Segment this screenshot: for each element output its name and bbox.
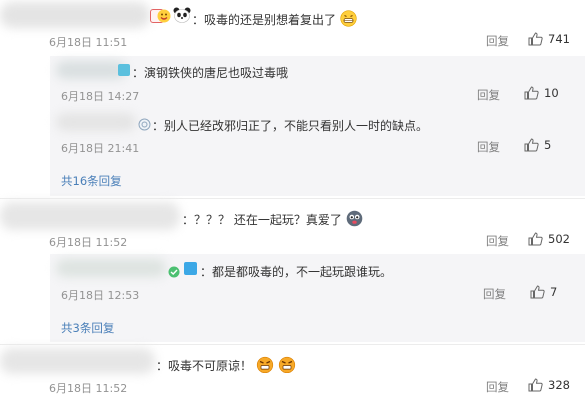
blurred-username (0, 2, 150, 28)
badge-icon (184, 262, 197, 275)
thumbs-up-icon (528, 378, 543, 392)
thumbs-up-icon (530, 285, 545, 299)
reply-button[interactable]: 回复 (483, 286, 506, 302)
reply-text: ：别人已经改邪归正了，不能只看别人一时的缺点。 (152, 119, 429, 133)
blurred-username (56, 61, 126, 79)
like-count: 10 (544, 86, 559, 100)
like-button[interactable]: 10 (524, 86, 559, 100)
face-emoji-icon (157, 8, 171, 27)
grin-emoji-icon (340, 10, 357, 30)
comment-text: ：吸毒不可原谅！ (156, 356, 296, 376)
reply-button[interactable]: 回复 (486, 233, 509, 249)
reply-time: 6月18日 14:27 (61, 90, 140, 103)
comment-body: ：吸毒的还是别想着复出了 (192, 13, 337, 27)
thumbs-up-icon (528, 232, 543, 246)
badge-icon (118, 64, 130, 76)
comment-text: ：吸毒的还是别想着复出了 (192, 10, 357, 30)
comment-text: ：？？？ 还在一起玩？真爱了 (182, 210, 363, 230)
reply-time: 6月18日 21:41 (61, 142, 140, 155)
angry-emoji-icon (256, 356, 274, 376)
reply-button[interactable]: 回复 (486, 379, 509, 395)
angry-emoji-icon (278, 356, 296, 376)
divider (0, 198, 585, 199)
blurred-username (0, 202, 180, 230)
like-button[interactable]: 502 (528, 232, 570, 246)
like-count: 502 (548, 232, 570, 246)
comment-body: ：吸毒不可原谅！ (156, 359, 253, 373)
vip-badge-icon (168, 263, 180, 282)
comment-body: ：？？？ 还在一起玩？真爱了 (182, 213, 342, 227)
thumbs-up-icon (528, 32, 543, 46)
reply-text: ：演钢铁侠的唐尼也吸过毒哦 (132, 66, 289, 80)
reply-list: ：演钢铁侠的唐尼也吸过毒哦 6月18日 14:27 回复 10 ：别人已经改邪归… (50, 56, 585, 196)
like-count: 7 (550, 285, 558, 299)
blurred-username (56, 113, 136, 131)
reply-button[interactable]: 回复 (477, 87, 500, 103)
reply-time: 6月18日 12:53 (61, 289, 140, 302)
comment-time: 6月18日 11:52 (49, 382, 128, 395)
comment-time: 6月18日 11:52 (49, 236, 128, 249)
like-count: 5 (544, 138, 552, 152)
badge-icon (138, 116, 151, 135)
reply-button[interactable]: 回复 (486, 33, 509, 49)
like-button[interactable]: 5 (524, 138, 551, 152)
reply-text: ：都是都吸毒的，不一起玩跟谁玩。 (200, 265, 393, 279)
crying-emoji-icon (346, 210, 363, 230)
like-button[interactable]: 328 (528, 378, 570, 392)
like-button[interactable]: 7 (530, 285, 557, 299)
thumbs-up-icon (524, 86, 539, 100)
panda-icon (173, 7, 191, 27)
like-count: 741 (548, 32, 570, 46)
like-count: 328 (548, 378, 570, 392)
divider (0, 344, 585, 345)
blurred-username (0, 348, 155, 374)
thumbs-up-icon (524, 138, 539, 152)
comment-time: 6月18日 11:51 (49, 36, 128, 49)
reply-list: ：都是都吸毒的，不一起玩跟谁玩。 6月18日 12:53 回复 7 共3条回复 (50, 254, 585, 342)
view-more-replies-link[interactable]: 共3条回复 (61, 320, 114, 336)
reply-button[interactable]: 回复 (477, 139, 500, 155)
view-more-replies-link[interactable]: 共16条回复 (61, 173, 122, 189)
like-button[interactable]: 741 (528, 32, 570, 46)
blurred-username (56, 259, 166, 277)
